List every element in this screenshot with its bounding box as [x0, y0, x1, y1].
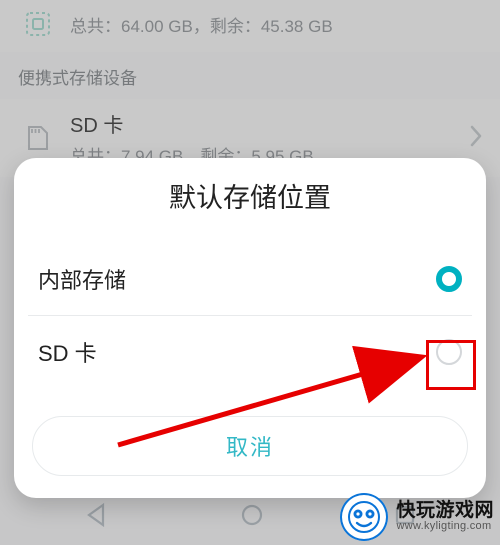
option-internal-storage[interactable]: 内部存储 — [14, 243, 486, 315]
watermark-logo-icon — [340, 493, 388, 541]
option-sdcard[interactable]: SD 卡 — [14, 316, 486, 388]
watermark: 快玩游戏网 www.kyligting.com — [340, 493, 494, 541]
watermark-title: 快玩游戏网 — [396, 501, 494, 521]
dialog-title: 默认存储位置 — [14, 176, 486, 215]
radio-selected-icon[interactable] — [436, 266, 462, 292]
nav-back-icon[interactable] — [83, 501, 111, 534]
nav-home-icon[interactable] — [238, 501, 266, 534]
default-storage-dialog: 默认存储位置 内部存储 SD 卡 取消 — [14, 158, 486, 498]
cancel-button-label: 取消 — [226, 430, 274, 462]
cancel-button[interactable]: 取消 — [32, 416, 468, 476]
option-sdcard-label: SD 卡 — [38, 336, 97, 368]
option-internal-label: 内部存储 — [38, 263, 126, 295]
watermark-url: www.kyligting.com — [396, 521, 494, 533]
annotation-red-box — [426, 340, 476, 390]
